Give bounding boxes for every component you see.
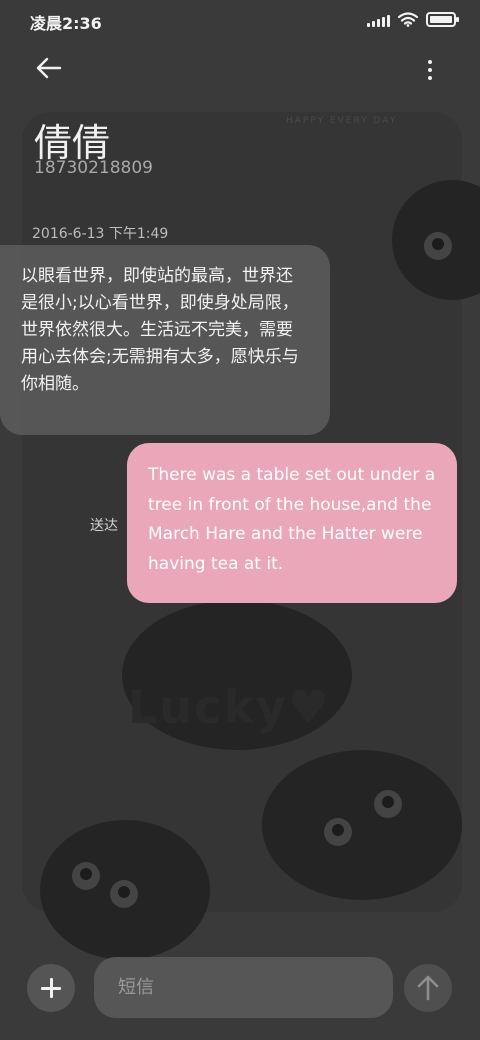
- status-time: 凌晨2:36: [30, 14, 102, 33]
- delivery-status: 送达: [90, 518, 118, 534]
- send-button[interactable]: [404, 964, 452, 1012]
- wallpaper-fuzzball: [262, 750, 462, 900]
- wallpaper-eye: [374, 790, 402, 818]
- more-vertical-icon-dot: [428, 68, 432, 72]
- status-icons: [367, 12, 459, 27]
- wallpaper-eye: [324, 818, 352, 846]
- back-button[interactable]: [28, 52, 72, 88]
- battery-icon: [426, 12, 459, 27]
- signal-icon: [367, 13, 390, 27]
- sms-input[interactable]: [94, 957, 393, 1018]
- incoming-message-bubble[interactable]: 以眼看世界，即使站的最高，世界还是很小;以心看世界，即使身处局限，世界依然很大。…: [0, 245, 330, 435]
- wallpaper-lucky-art: Lucky♥: [128, 680, 332, 734]
- more-vertical-icon: [428, 60, 432, 64]
- arrow-left-icon: [36, 57, 62, 79]
- wallpaper-eye: [424, 232, 452, 260]
- wifi-icon: [398, 12, 418, 27]
- wallpaper-eye: [110, 880, 138, 908]
- contact-number: 18730218809: [34, 158, 153, 178]
- outgoing-message-bubble[interactable]: There was a table set out under a tree i…: [127, 443, 457, 603]
- wallpaper-pattern-text: HAPPY EVERY DAY: [286, 116, 398, 126]
- battery-level-fill: [430, 16, 452, 23]
- more-options-button[interactable]: [414, 52, 446, 88]
- more-vertical-icon-dot: [428, 76, 432, 80]
- message-date: 2016-6-13 下午1:49: [32, 226, 169, 242]
- status-bar: 凌晨2:36: [0, 0, 480, 40]
- arrow-up-icon: [417, 975, 439, 1001]
- wallpaper-eye: [72, 862, 100, 890]
- add-attachment-button[interactable]: [27, 964, 75, 1012]
